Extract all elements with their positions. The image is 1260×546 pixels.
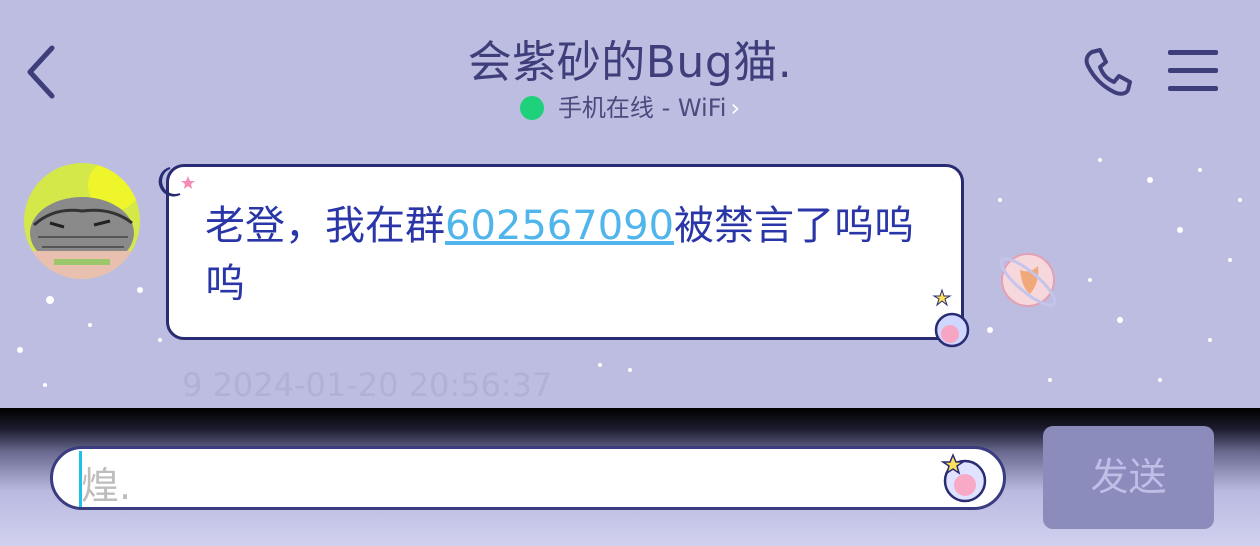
group-number-link[interactable]: 602567090: [445, 203, 674, 249]
emoji-icon[interactable]: [939, 453, 989, 505]
message-bubble[interactable]: 老登，我在群602567090被禁言了呜呜呜: [166, 164, 964, 340]
planet-icon: [999, 253, 1057, 307]
chevron-right-icon: ›: [730, 94, 741, 122]
input-placeholder: 煌.: [81, 464, 132, 508]
phone-icon[interactable]: [1082, 46, 1134, 98]
message-timestamp: 9 2024-01-20 20:56:37: [182, 366, 553, 404]
online-status-text: 手机在线 - WiFi: [557, 94, 727, 122]
avatar[interactable]: [24, 163, 140, 279]
chat-header: 会紫砂的Bug猫. 手机在线 - WiFi ›: [0, 0, 1260, 140]
message-text-before: 老登，我在群: [205, 203, 445, 249]
online-status[interactable]: 手机在线 - WiFi ›: [0, 88, 1260, 123]
message-text: 老登，我在群602567090被禁言了呜呜呜: [205, 197, 925, 313]
send-button[interactable]: 发送: [1043, 426, 1214, 529]
chat-title[interactable]: 会紫砂的Bug猫.: [0, 26, 1260, 90]
bubble-decoration-icon: [932, 288, 970, 348]
online-dot: [519, 96, 544, 120]
message-input[interactable]: 煌.: [50, 446, 1006, 510]
menu-icon[interactable]: [1166, 48, 1220, 94]
moon-icon: [158, 167, 195, 197]
